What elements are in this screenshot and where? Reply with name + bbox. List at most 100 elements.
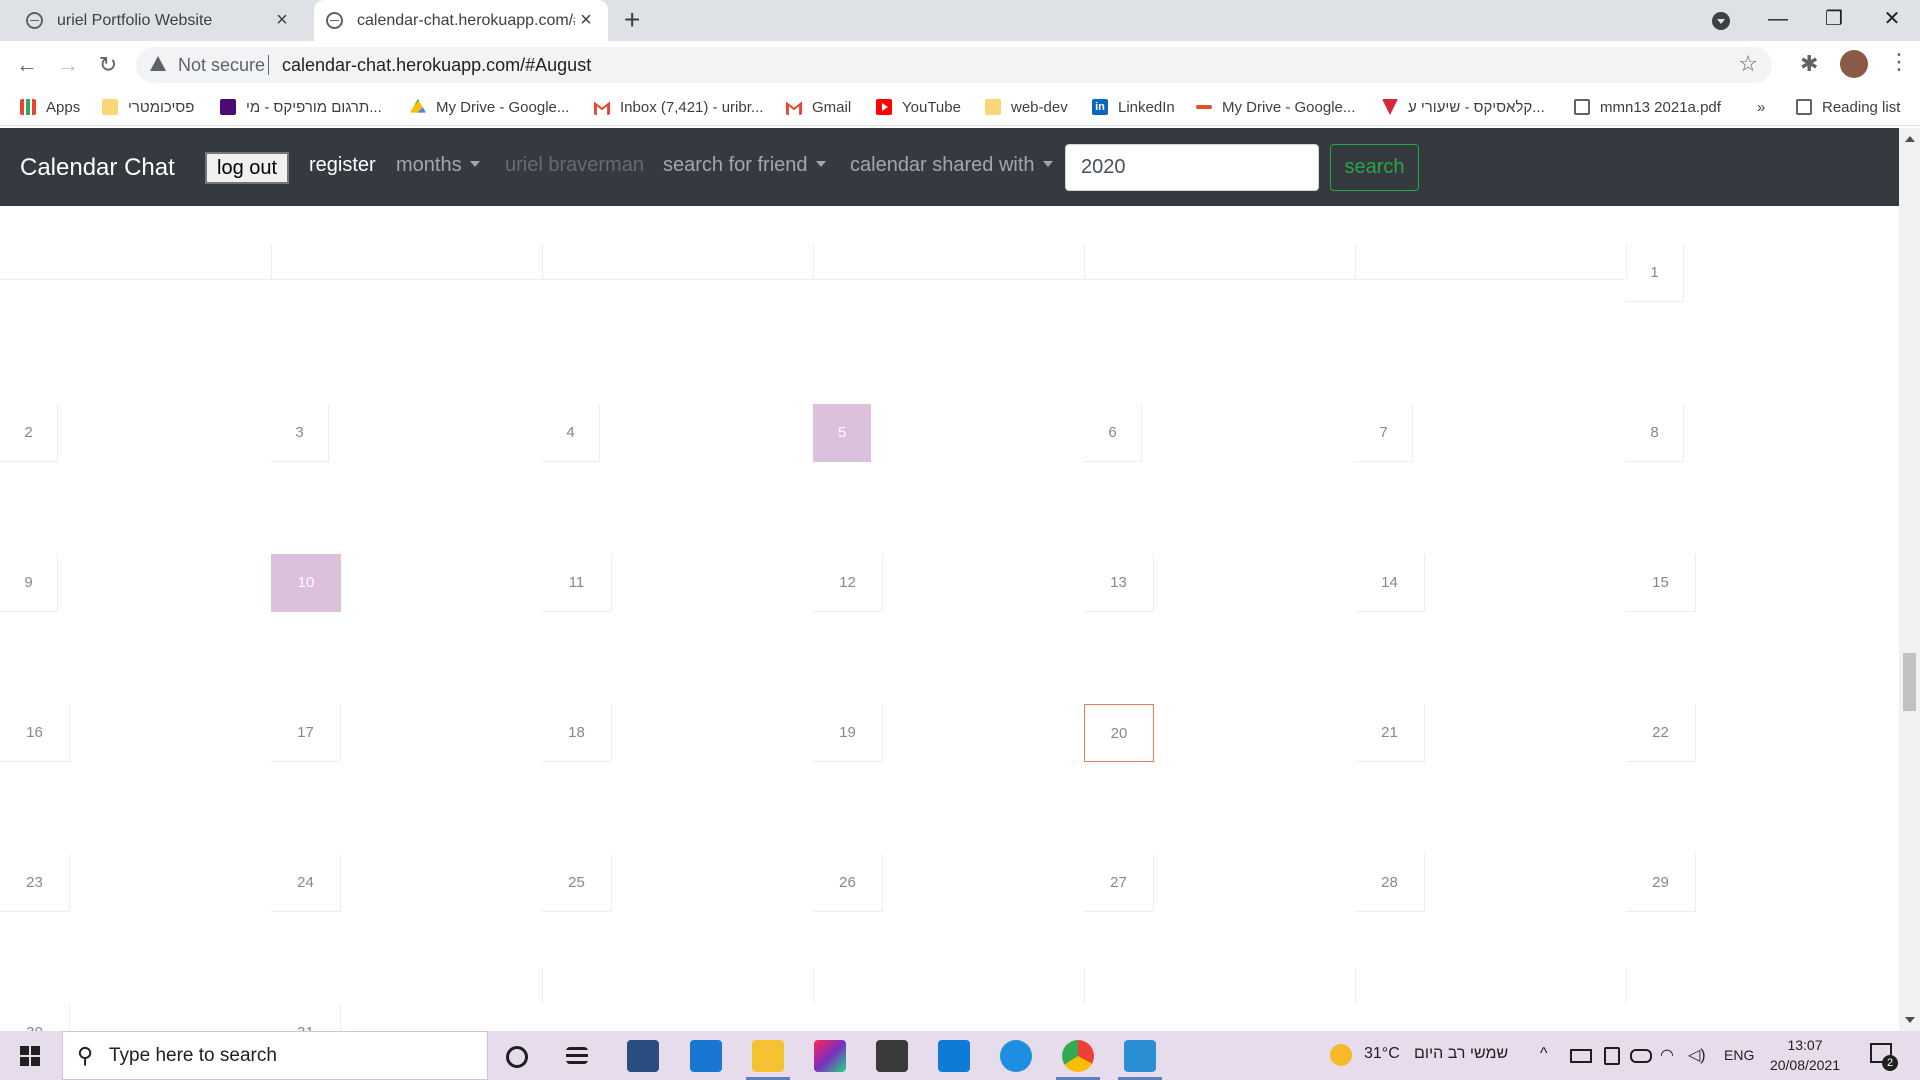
browser-tab-portfolio[interactable]: uriel Portfolio Website ×: [14, 0, 304, 41]
calendar-day-30[interactable]: 30: [0, 1004, 70, 1031]
calendar-day-6[interactable]: 6: [1084, 404, 1142, 462]
volume-icon[interactable]: ◁): [1688, 1045, 1706, 1065]
calendar-day-26[interactable]: 26: [813, 854, 883, 912]
calendar-day-11[interactable]: 11: [542, 554, 612, 612]
mail-app-icon[interactable]: [938, 1040, 970, 1072]
calendar-day-31[interactable]: 31: [271, 1004, 341, 1031]
brand-title[interactable]: Calendar Chat: [20, 154, 175, 182]
onedrive-cloud-icon[interactable]: [1630, 1049, 1652, 1063]
page-scrollbar[interactable]: [1899, 128, 1920, 1031]
battery-icon[interactable]: [1570, 1049, 1592, 1063]
bookmark-mmn13-pdf[interactable]: mmn13 2021a.pdf: [1574, 96, 1721, 118]
calendar-day-8[interactable]: 8: [1626, 404, 1684, 462]
bookmarks-overflow-button[interactable]: »: [1757, 96, 1765, 118]
scroll-thumb[interactable]: [1903, 653, 1916, 711]
warning-icon[interactable]: [150, 56, 166, 71]
bookmark-linkedin[interactable]: in LinkedIn: [1092, 96, 1175, 118]
calendar-day-16[interactable]: 16: [0, 704, 70, 762]
extensions-puzzle-icon[interactable]: ✱: [1800, 51, 1818, 77]
calendar-day-14[interactable]: 14: [1355, 554, 1425, 612]
reading-list-button[interactable]: Reading list: [1796, 96, 1900, 118]
windows-start-icon[interactable]: [20, 1046, 40, 1066]
calendar-day-12[interactable]: 12: [813, 554, 883, 612]
bookmark-my-drive[interactable]: My Drive - Google...: [410, 96, 569, 118]
close-tab-icon[interactable]: ×: [576, 10, 596, 30]
bookmark-gmail[interactable]: Gmail: [786, 96, 851, 118]
scroll-up-arrow-icon[interactable]: [1905, 136, 1915, 142]
shared-with-dropdown[interactable]: calendar shared with: [850, 154, 1053, 177]
chrome-browser-icon[interactable]: [1056, 1040, 1100, 1080]
intellij-idea-icon[interactable]: [814, 1040, 846, 1072]
calendar-day-19[interactable]: 19: [813, 704, 883, 762]
bookmark-star-icon[interactable]: ☆: [1738, 51, 1758, 77]
bookmark-morfix[interactable]: תרגום מורפיקס - מי...: [220, 96, 382, 118]
calendar-day-3[interactable]: 3: [271, 404, 329, 462]
calendar-day-13[interactable]: 13: [1084, 554, 1154, 612]
scroll-down-arrow-icon[interactable]: [1905, 1017, 1915, 1023]
months-dropdown[interactable]: months: [396, 154, 480, 177]
calendar-day-15[interactable]: 15: [1626, 554, 1696, 612]
logout-button[interactable]: log out: [205, 152, 290, 184]
url-text[interactable]: calendar-chat.herokuapp.com/#August: [282, 55, 591, 76]
calendar-day-27[interactable]: 27: [1084, 854, 1154, 912]
bookmark-youtube[interactable]: YouTube: [876, 96, 961, 118]
back-arrow-icon[interactable]: ←: [13, 51, 41, 79]
calendar-day-20[interactable]: 20: [1084, 704, 1154, 762]
calendar-day-28[interactable]: 28: [1355, 854, 1425, 912]
minimize-button[interactable]: —: [1750, 0, 1806, 41]
profile-avatar[interactable]: [1840, 50, 1868, 78]
weather-sun-icon[interactable]: [1330, 1044, 1352, 1066]
calendar-day-1[interactable]: 1: [1626, 244, 1684, 302]
calendar-day-2[interactable]: 2: [0, 404, 58, 462]
microsoft-store-icon[interactable]: [876, 1040, 908, 1072]
taskbar-search-box[interactable]: ⚲ Type here to search: [62, 1031, 488, 1080]
search-friend-dropdown[interactable]: search for friend: [663, 154, 826, 177]
calendar-day-5[interactable]: 5: [813, 404, 871, 462]
calendar-day-10[interactable]: 10: [271, 554, 341, 612]
calendar-day-17[interactable]: 17: [271, 704, 341, 762]
close-tab-icon[interactable]: ×: [272, 10, 292, 30]
close-window-button[interactable]: ✕: [1864, 0, 1920, 41]
input-language[interactable]: ENG: [1724, 1047, 1754, 1063]
register-link[interactable]: register: [309, 154, 376, 177]
calendar-day-7[interactable]: 7: [1355, 404, 1413, 462]
year-input[interactable]: 2020: [1065, 144, 1319, 191]
calendar-app-icon[interactable]: [690, 1040, 722, 1072]
meet-now-icon[interactable]: [1604, 1047, 1620, 1065]
weather-temperature[interactable]: 31°C: [1364, 1045, 1400, 1063]
address-bar[interactable]: Not secure calendar-chat.herokuapp.com/#…: [136, 47, 1772, 83]
bookmark-classics[interactable]: קלאסיקס - שיעורי ע...: [1382, 96, 1545, 118]
mysql-workbench-icon[interactable]: [627, 1040, 659, 1072]
reload-icon[interactable]: ↻: [94, 51, 122, 79]
new-tab-button[interactable]: +: [624, 6, 640, 34]
calendar-day-22[interactable]: 22: [1626, 704, 1696, 762]
calendar-day-18[interactable]: 18: [542, 704, 612, 762]
calendar-day-9[interactable]: 9: [0, 554, 58, 612]
restore-button[interactable]: ❐: [1806, 0, 1862, 41]
task-view-icon[interactable]: [566, 1047, 588, 1064]
taskbar-clock[interactable]: 13:07 20/08/2021: [1768, 1035, 1842, 1075]
bookmark-my-drive-2[interactable]: My Drive - Google...: [1196, 96, 1355, 118]
calendar-day-25[interactable]: 25: [542, 854, 612, 912]
browser-tab-calendar-chat[interactable]: calendar-chat.herokuapp.com/#/ ×: [314, 0, 608, 41]
calendar-day-21[interactable]: 21: [1355, 704, 1425, 762]
bookmark-inbox[interactable]: Inbox (7,421) - uribr...: [594, 96, 763, 118]
bookmark-folder-psychometric[interactable]: פסיכומטרי: [102, 96, 194, 118]
vscode-icon[interactable]: [1118, 1040, 1162, 1080]
cortana-icon[interactable]: [506, 1046, 528, 1068]
browser-menu-icon[interactable]: ⋮: [1888, 49, 1910, 75]
edge-browser-icon[interactable]: [1000, 1040, 1032, 1072]
calendar-day-4[interactable]: 4: [542, 404, 600, 462]
calendar-day-23[interactable]: 23: [0, 854, 70, 912]
tray-chevron-up-icon[interactable]: ^: [1540, 1045, 1548, 1063]
tab-search-icon[interactable]: [1712, 12, 1730, 30]
bookmark-apps[interactable]: Apps: [20, 96, 80, 118]
wifi-icon[interactable]: ◠: [1660, 1045, 1674, 1065]
not-secure-label[interactable]: Not secure: [178, 55, 265, 76]
calendar-day-29[interactable]: 29: [1626, 854, 1696, 912]
year-search-button[interactable]: search: [1330, 144, 1419, 191]
bookmark-folder-web-dev[interactable]: web-dev: [985, 96, 1068, 118]
forward-arrow-icon[interactable]: →: [54, 51, 82, 79]
calendar-day-24[interactable]: 24: [271, 854, 341, 912]
file-explorer-icon[interactable]: [746, 1040, 790, 1080]
